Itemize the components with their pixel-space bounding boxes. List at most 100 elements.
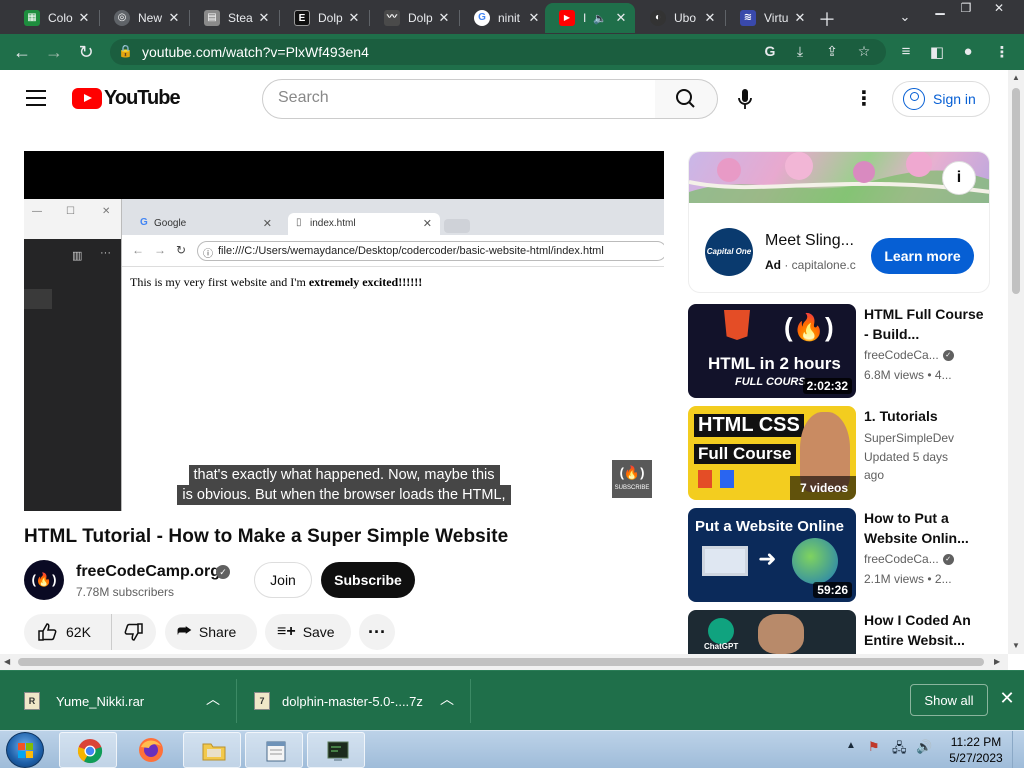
tab-close-icon[interactable]: ✕ bbox=[256, 10, 272, 26]
close-download-shelf-icon[interactable]: ✕ bbox=[997, 688, 1017, 709]
recommended-playlist[interactable]: HTML CSS Full Course 7 videos 1. Tutoria… bbox=[688, 406, 990, 500]
recommended-title[interactable]: How I Coded An Entire Websit... bbox=[864, 610, 988, 650]
video-thumbnail[interactable]: (🔥) HTML in 2 hours FULL COURS 2:02:32 bbox=[688, 304, 856, 398]
browser-tab[interactable]: ◐ Ubo ✕ bbox=[636, 3, 724, 33]
channel-avatar[interactable]: (🔥) bbox=[24, 560, 64, 600]
back-arrow-icon[interactable]: ← bbox=[10, 40, 34, 64]
scrollbar-thumb[interactable] bbox=[18, 658, 984, 666]
install-app-icon[interactable]: ⤓ bbox=[790, 43, 810, 61]
address-bar[interactable]: 🔒 youtube.com/watch?v=PlxWf493en4 G ⤓ ⇪ … bbox=[110, 39, 886, 65]
bookmark-star-icon[interactable]: ☆ bbox=[854, 43, 874, 61]
taskbar-chrome[interactable] bbox=[59, 732, 117, 768]
speaker-icon[interactable]: 🔈 bbox=[593, 12, 607, 25]
search-button[interactable] bbox=[655, 79, 718, 119]
restore-icon[interactable]: ❐ bbox=[955, 1, 977, 17]
horizontal-scrollbar[interactable]: ◀ ▶ bbox=[0, 654, 1008, 670]
voice-search-button[interactable] bbox=[730, 84, 760, 114]
recommended-channel[interactable]: freeCodeCa... ✓ bbox=[864, 552, 954, 566]
ad-title[interactable]: Meet Sling... bbox=[765, 232, 854, 250]
tab-close-icon[interactable]: ✕ bbox=[702, 10, 718, 26]
taskbar-terminal[interactable] bbox=[307, 732, 365, 768]
tab-close-icon[interactable]: ✕ bbox=[346, 10, 362, 26]
scroll-right-icon[interactable]: ▶ bbox=[994, 657, 1000, 666]
share-button[interactable]: ⮫ Share bbox=[165, 614, 257, 650]
sign-in-button[interactable]: Sign in bbox=[892, 81, 990, 117]
ad-card[interactable]: i Capital One Meet Sling... Ad · capital… bbox=[688, 151, 990, 293]
show-all-downloads-button[interactable]: Show all bbox=[910, 684, 988, 716]
chevron-up-icon[interactable]: ︿ bbox=[440, 689, 454, 709]
tab-search-chevron-icon[interactable]: ⌄ bbox=[894, 9, 916, 25]
recommended-video[interactable]: (🔥) HTML in 2 hours FULL COURS 2:02:32 H… bbox=[688, 304, 990, 398]
browser-tab[interactable]: G ninit ✕ bbox=[460, 3, 548, 33]
video-thumbnail[interactable]: Put a Website Online ➜ 59:26 bbox=[688, 508, 856, 602]
browser-tab[interactable]: ▤ Stea ✕ bbox=[190, 3, 278, 33]
reload-icon[interactable]: ↻ bbox=[74, 40, 98, 64]
taskbar-notepad[interactable] bbox=[245, 732, 303, 768]
tab-close-icon[interactable]: ✕ bbox=[166, 10, 182, 26]
close-window-icon[interactable]: ✕ bbox=[988, 1, 1010, 17]
vertical-scrollbar[interactable]: ▲ ▼ bbox=[1008, 70, 1024, 654]
browser-tab[interactable]: 〰 Dolp ✕ bbox=[370, 3, 458, 33]
search-input[interactable] bbox=[278, 89, 638, 107]
browser-tab[interactable]: ≋ Virtu ✕ bbox=[726, 3, 814, 33]
dislike-button[interactable] bbox=[112, 614, 156, 650]
browser-tab-active[interactable]: ▶ I 🔈 ✕ bbox=[545, 3, 635, 33]
channel-watermark[interactable]: (🔥) SUBSCRIBE bbox=[612, 460, 652, 498]
tab-close-icon[interactable]: ✕ bbox=[526, 10, 542, 26]
scroll-up-icon[interactable]: ▲ bbox=[1012, 73, 1020, 82]
chrome-menu-icon[interactable]: ⋮ bbox=[992, 43, 1012, 63]
share-page-icon[interactable]: ⇪ bbox=[822, 43, 842, 61]
more-actions-icon[interactable]: ··· bbox=[359, 614, 395, 650]
chevron-up-icon[interactable]: ︿ bbox=[206, 689, 220, 709]
tray-expand-icon[interactable]: ▲ bbox=[846, 740, 856, 751]
recommended-title[interactable]: 1. Tutorials bbox=[864, 406, 988, 426]
join-button[interactable]: Join bbox=[254, 562, 312, 598]
learn-more-button[interactable]: Learn more bbox=[871, 238, 974, 274]
tab-close-icon[interactable]: ✕ bbox=[792, 10, 808, 26]
scroll-down-icon[interactable]: ▼ bbox=[1012, 641, 1020, 650]
subscribe-button[interactable]: Subscribe bbox=[321, 562, 415, 598]
scrollbar-thumb[interactable] bbox=[1012, 88, 1020, 294]
browser-tab[interactable]: ◎ New ✕ bbox=[100, 3, 188, 33]
google-lens-icon[interactable]: G bbox=[760, 43, 780, 61]
browser-tab[interactable]: E Dolp ✕ bbox=[280, 3, 368, 33]
volume-icon[interactable]: 🔊 bbox=[916, 739, 932, 755]
forward-arrow-icon[interactable]: → bbox=[42, 40, 66, 64]
recommended-video[interactable]: ChatGPT How I Coded An Entire Websit... bbox=[688, 610, 990, 654]
taskbar-file-explorer[interactable] bbox=[183, 732, 241, 768]
youtube-logo[interactable]: YouTube bbox=[72, 87, 181, 109]
recommended-channel[interactable]: SuperSimpleDev bbox=[864, 431, 954, 445]
taskbar-firefox[interactable] bbox=[121, 732, 179, 768]
video-thumbnail[interactable]: ChatGPT bbox=[688, 610, 856, 654]
video-thumbnail[interactable]: HTML CSS Full Course 7 videos bbox=[688, 406, 856, 500]
new-tab-icon[interactable]: ＋ bbox=[816, 6, 838, 32]
tab-close-icon[interactable]: ✕ bbox=[613, 10, 629, 26]
browser-tab[interactable]: ▦ Colo ✕ bbox=[10, 3, 98, 33]
media-control-icon[interactable]: ≡ bbox=[896, 43, 916, 63]
download-item[interactable]: 7 dolphin-master-5.0-....7z bbox=[254, 687, 423, 715]
tab-close-icon[interactable]: ✕ bbox=[76, 10, 92, 26]
scroll-left-icon[interactable]: ◀ bbox=[4, 657, 10, 666]
settings-more-icon[interactable]: ⋮ bbox=[852, 84, 876, 114]
show-desktop-button[interactable] bbox=[1012, 731, 1024, 768]
minimize-icon[interactable]: ▁ bbox=[929, 1, 951, 17]
recommended-video[interactable]: Put a Website Online ➜ 59:26 How to Put … bbox=[688, 508, 990, 602]
video-player[interactable]: — ☐ ✕ ▥ ··· G Google ✕ ▯ index.html ✕ ← … bbox=[24, 151, 664, 511]
hamburger-menu-icon[interactable] bbox=[26, 90, 46, 106]
download-item[interactable]: R Yume_Nikki.rar bbox=[24, 687, 144, 715]
recommended-title[interactable]: HTML Full Course - Build... bbox=[864, 304, 988, 344]
profile-icon[interactable]: ● bbox=[958, 43, 978, 63]
channel-name[interactable]: freeCodeCamp.org bbox=[76, 563, 220, 581]
recommended-channel[interactable]: freeCodeCa... ✓ bbox=[864, 348, 954, 362]
lock-icon[interactable]: 🔒 bbox=[118, 44, 133, 58]
recommended-title[interactable]: How to Put a Website Onlin... bbox=[864, 508, 988, 548]
save-button[interactable]: ≡+ Save bbox=[265, 614, 351, 650]
ad-info-icon[interactable]: i bbox=[942, 161, 976, 195]
search-box[interactable] bbox=[262, 79, 656, 119]
tab-close-icon[interactable]: ✕ bbox=[436, 10, 452, 26]
taskbar-clock[interactable]: 11:22 PM 5/27/2023 bbox=[944, 734, 1008, 766]
like-button[interactable]: 62K bbox=[24, 614, 112, 650]
start-button[interactable] bbox=[6, 732, 44, 768]
action-center-flag-icon[interactable]: ⚑ bbox=[868, 739, 880, 755]
network-icon[interactable]: 🖧 bbox=[892, 739, 907, 761]
